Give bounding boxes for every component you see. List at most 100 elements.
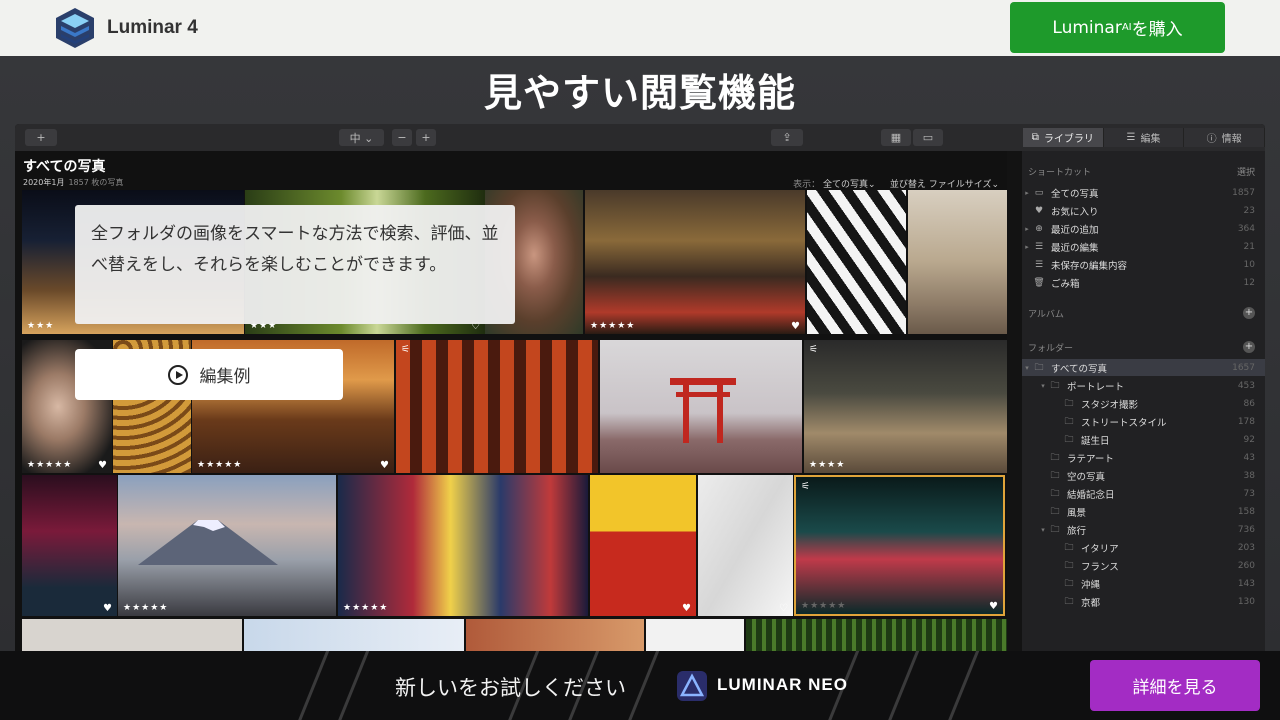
- shortcut-recently-edited[interactable]: ▸ ☰ 最近の編集 21: [1022, 238, 1265, 255]
- folder-item-anniversary[interactable]: 🗀 結婚記念日 73: [1022, 485, 1265, 502]
- folder-item-landscape[interactable]: 🗀 風景 158: [1022, 503, 1265, 520]
- single-view-button[interactable]: ▭: [913, 129, 943, 146]
- shortcut-recently-added[interactable]: ▸ ⊕ 最近の追加 364: [1022, 220, 1265, 237]
- rating-stars[interactable]: ★★★★★: [590, 321, 635, 331]
- shortcut-count: 21: [1243, 241, 1255, 252]
- folder-item-france[interactable]: 🗀 フランス 260: [1022, 557, 1265, 574]
- heart-icon[interactable]: ♥: [791, 321, 800, 332]
- luminar-logo-icon[interactable]: [54, 6, 96, 50]
- photo-tile-chef[interactable]: ⚟ ★★★★: [804, 340, 1007, 473]
- heart-icon[interactable]: ♥: [380, 460, 389, 471]
- shortcut-count: 12: [1243, 277, 1255, 288]
- folder-item-travel[interactable]: ▾ 🗀 旅行 736: [1022, 521, 1265, 538]
- folder-item-sky[interactable]: 🗀 空の写真 38: [1022, 467, 1265, 484]
- heart-icon[interactable]: ♡: [779, 603, 788, 614]
- shortcut-unsaved-edits[interactable]: ☰ 未保存の編集内容 10: [1022, 256, 1265, 273]
- folder-count: 453: [1237, 380, 1255, 391]
- photo-tile-night-alley-selected[interactable]: ⚟ ★★★★★ ♥: [794, 475, 1005, 616]
- folder-item-studio[interactable]: 🗀 スタジオ撮影 86: [1022, 395, 1265, 412]
- collapse-arrow-icon[interactable]: ▾: [1038, 526, 1048, 534]
- grid-subtitle: 2020年1月 1857 枚の写真: [23, 177, 123, 188]
- folder-item-italy[interactable]: 🗀 イタリア 203: [1022, 539, 1265, 556]
- edit-example-button[interactable]: 編集例: [75, 349, 343, 400]
- shortcut-label: ごみ箱: [1051, 278, 1080, 290]
- edit-example-label: 編集例: [199, 367, 251, 387]
- zoom-out-button[interactable]: −: [392, 129, 412, 146]
- hero-title: 見やすい閲覧機能: [483, 71, 796, 115]
- shortcut-trash[interactable]: 🗑 ごみ箱 12: [1022, 274, 1265, 291]
- folder-item-all-photos[interactable]: ▾ 🗀 すべての写真 1657: [1022, 359, 1265, 376]
- folder-label: スタジオ撮影: [1081, 399, 1139, 411]
- photo-tile-woman-white[interactable]: ♡: [698, 475, 793, 616]
- select-link[interactable]: 選択: [1237, 165, 1255, 178]
- tab-edit[interactable]: ☰ 編集: [1103, 128, 1185, 147]
- rating-stars[interactable]: ★★★★★: [27, 460, 72, 470]
- add-folder-icon[interactable]: +: [1243, 341, 1255, 353]
- shortcut-all-photos[interactable]: ▸ ▭ 全ての写真 1857: [1022, 184, 1265, 201]
- photo-tile-partial-5[interactable]: [746, 619, 1007, 651]
- grid-view-button[interactable]: ▦: [881, 129, 911, 146]
- tab-info[interactable]: ⓘ 情報: [1184, 128, 1265, 147]
- folder-label: ストリートスタイル: [1081, 417, 1167, 429]
- photo-tile-yellow-wall[interactable]: ♥: [590, 475, 696, 616]
- photo-tile-torii-path[interactable]: ⚟: [396, 340, 598, 473]
- expand-arrow-icon[interactable]: ▸: [1022, 189, 1032, 197]
- photo-tile-mount-fuji[interactable]: ★★★★★: [118, 475, 336, 616]
- photo-tile-street-barber[interactable]: [908, 190, 1007, 334]
- heart-icon[interactable]: ♥: [98, 460, 107, 471]
- photo-tile-partial-1[interactable]: [22, 619, 242, 651]
- folder-count: 92: [1243, 434, 1255, 445]
- photo-tile-osaka-street[interactable]: ★★★★★: [338, 475, 588, 616]
- play-icon: [167, 364, 188, 385]
- heart-icon[interactable]: ♥: [103, 603, 112, 614]
- tab-edit-label: 編集: [1140, 134, 1161, 145]
- photo-tile-partial-4[interactable]: [646, 619, 744, 651]
- photo-tile-partial-2[interactable]: [244, 619, 464, 651]
- rating-stars[interactable]: ★★★★★: [123, 603, 168, 613]
- folder-item-street-style[interactable]: 🗀 ストリートスタイル 178: [1022, 413, 1265, 430]
- folder-item-kyoto[interactable]: 🗀 京都 130: [1022, 593, 1265, 610]
- folder-label: 空の写真: [1067, 471, 1106, 483]
- heart-icon[interactable]: ♥: [682, 603, 691, 614]
- tab-library[interactable]: ⧉ ライブラリ: [1023, 128, 1104, 147]
- shortcut-count: 10: [1243, 259, 1255, 270]
- collapse-arrow-icon[interactable]: ▾: [1038, 382, 1048, 390]
- folder-icon: 🗀: [1034, 362, 1044, 373]
- share-button[interactable]: ⇪: [771, 129, 803, 146]
- thumbnail-size-select[interactable]: 中 ⌄: [339, 129, 384, 146]
- expand-arrow-icon[interactable]: ▸: [1022, 225, 1032, 233]
- folder-icon: 🗀: [1064, 596, 1074, 607]
- photo-tile-partial-3[interactable]: [466, 619, 644, 651]
- folder-item-birthday[interactable]: 🗀 誕生日 92: [1022, 431, 1265, 448]
- heart-icon[interactable]: ♥: [989, 601, 998, 612]
- sort-select[interactable]: ファイルサイズ⌄: [929, 180, 999, 190]
- photo-tile-market-vendor[interactable]: ★★★★★ ♥: [585, 190, 805, 334]
- photo-tile-crosswalk[interactable]: [807, 190, 906, 334]
- luminar-neo-logo-icon: [677, 671, 707, 701]
- shortcut-favorites[interactable]: ♥ お気に入り 23: [1022, 202, 1265, 219]
- buy-button[interactable]: Luminar AI を購入: [1010, 2, 1225, 53]
- photo-tile-neon-signs[interactable]: ♥: [22, 475, 117, 616]
- collapse-arrow-icon[interactable]: ▾: [1022, 364, 1032, 372]
- folder-item-portrait[interactable]: ▾ 🗀 ポートレート 453: [1022, 377, 1265, 394]
- rating-stars[interactable]: ★★★★: [809, 460, 845, 470]
- add-album-icon[interactable]: +: [1243, 307, 1255, 319]
- rating-stars[interactable]: ★★★★★: [801, 601, 846, 611]
- grid-view-options: 表示： 全ての写真⌄ 並び替え ファイルサイズ⌄: [793, 177, 999, 190]
- photo-tile-red-torii[interactable]: [600, 340, 802, 473]
- view-filter-select[interactable]: 全ての写真⌄: [823, 180, 876, 190]
- rating-stars[interactable]: ★★★: [27, 321, 54, 331]
- learn-more-button[interactable]: 詳細を見る: [1090, 660, 1260, 711]
- zoom-in-button[interactable]: +: [416, 129, 436, 146]
- folder-item-okinawa[interactable]: 🗀 沖縄 143: [1022, 575, 1265, 592]
- expand-arrow-icon[interactable]: ▸: [1022, 243, 1032, 251]
- folder-icon: 🗀: [1064, 560, 1074, 571]
- buy-label-prefix: Luminar: [1052, 17, 1122, 38]
- folder-item-latte-art[interactable]: 🗀 ラテアート 43: [1022, 449, 1265, 466]
- sliders-icon: ☰: [1034, 241, 1044, 252]
- buy-label-suffix: を購入: [1131, 20, 1183, 40]
- add-photos-button[interactable]: +: [25, 129, 57, 146]
- brand-name: Luminar 4: [107, 17, 198, 38]
- rating-stars[interactable]: ★★★★★: [343, 603, 388, 613]
- rating-stars[interactable]: ★★★★★: [197, 460, 242, 470]
